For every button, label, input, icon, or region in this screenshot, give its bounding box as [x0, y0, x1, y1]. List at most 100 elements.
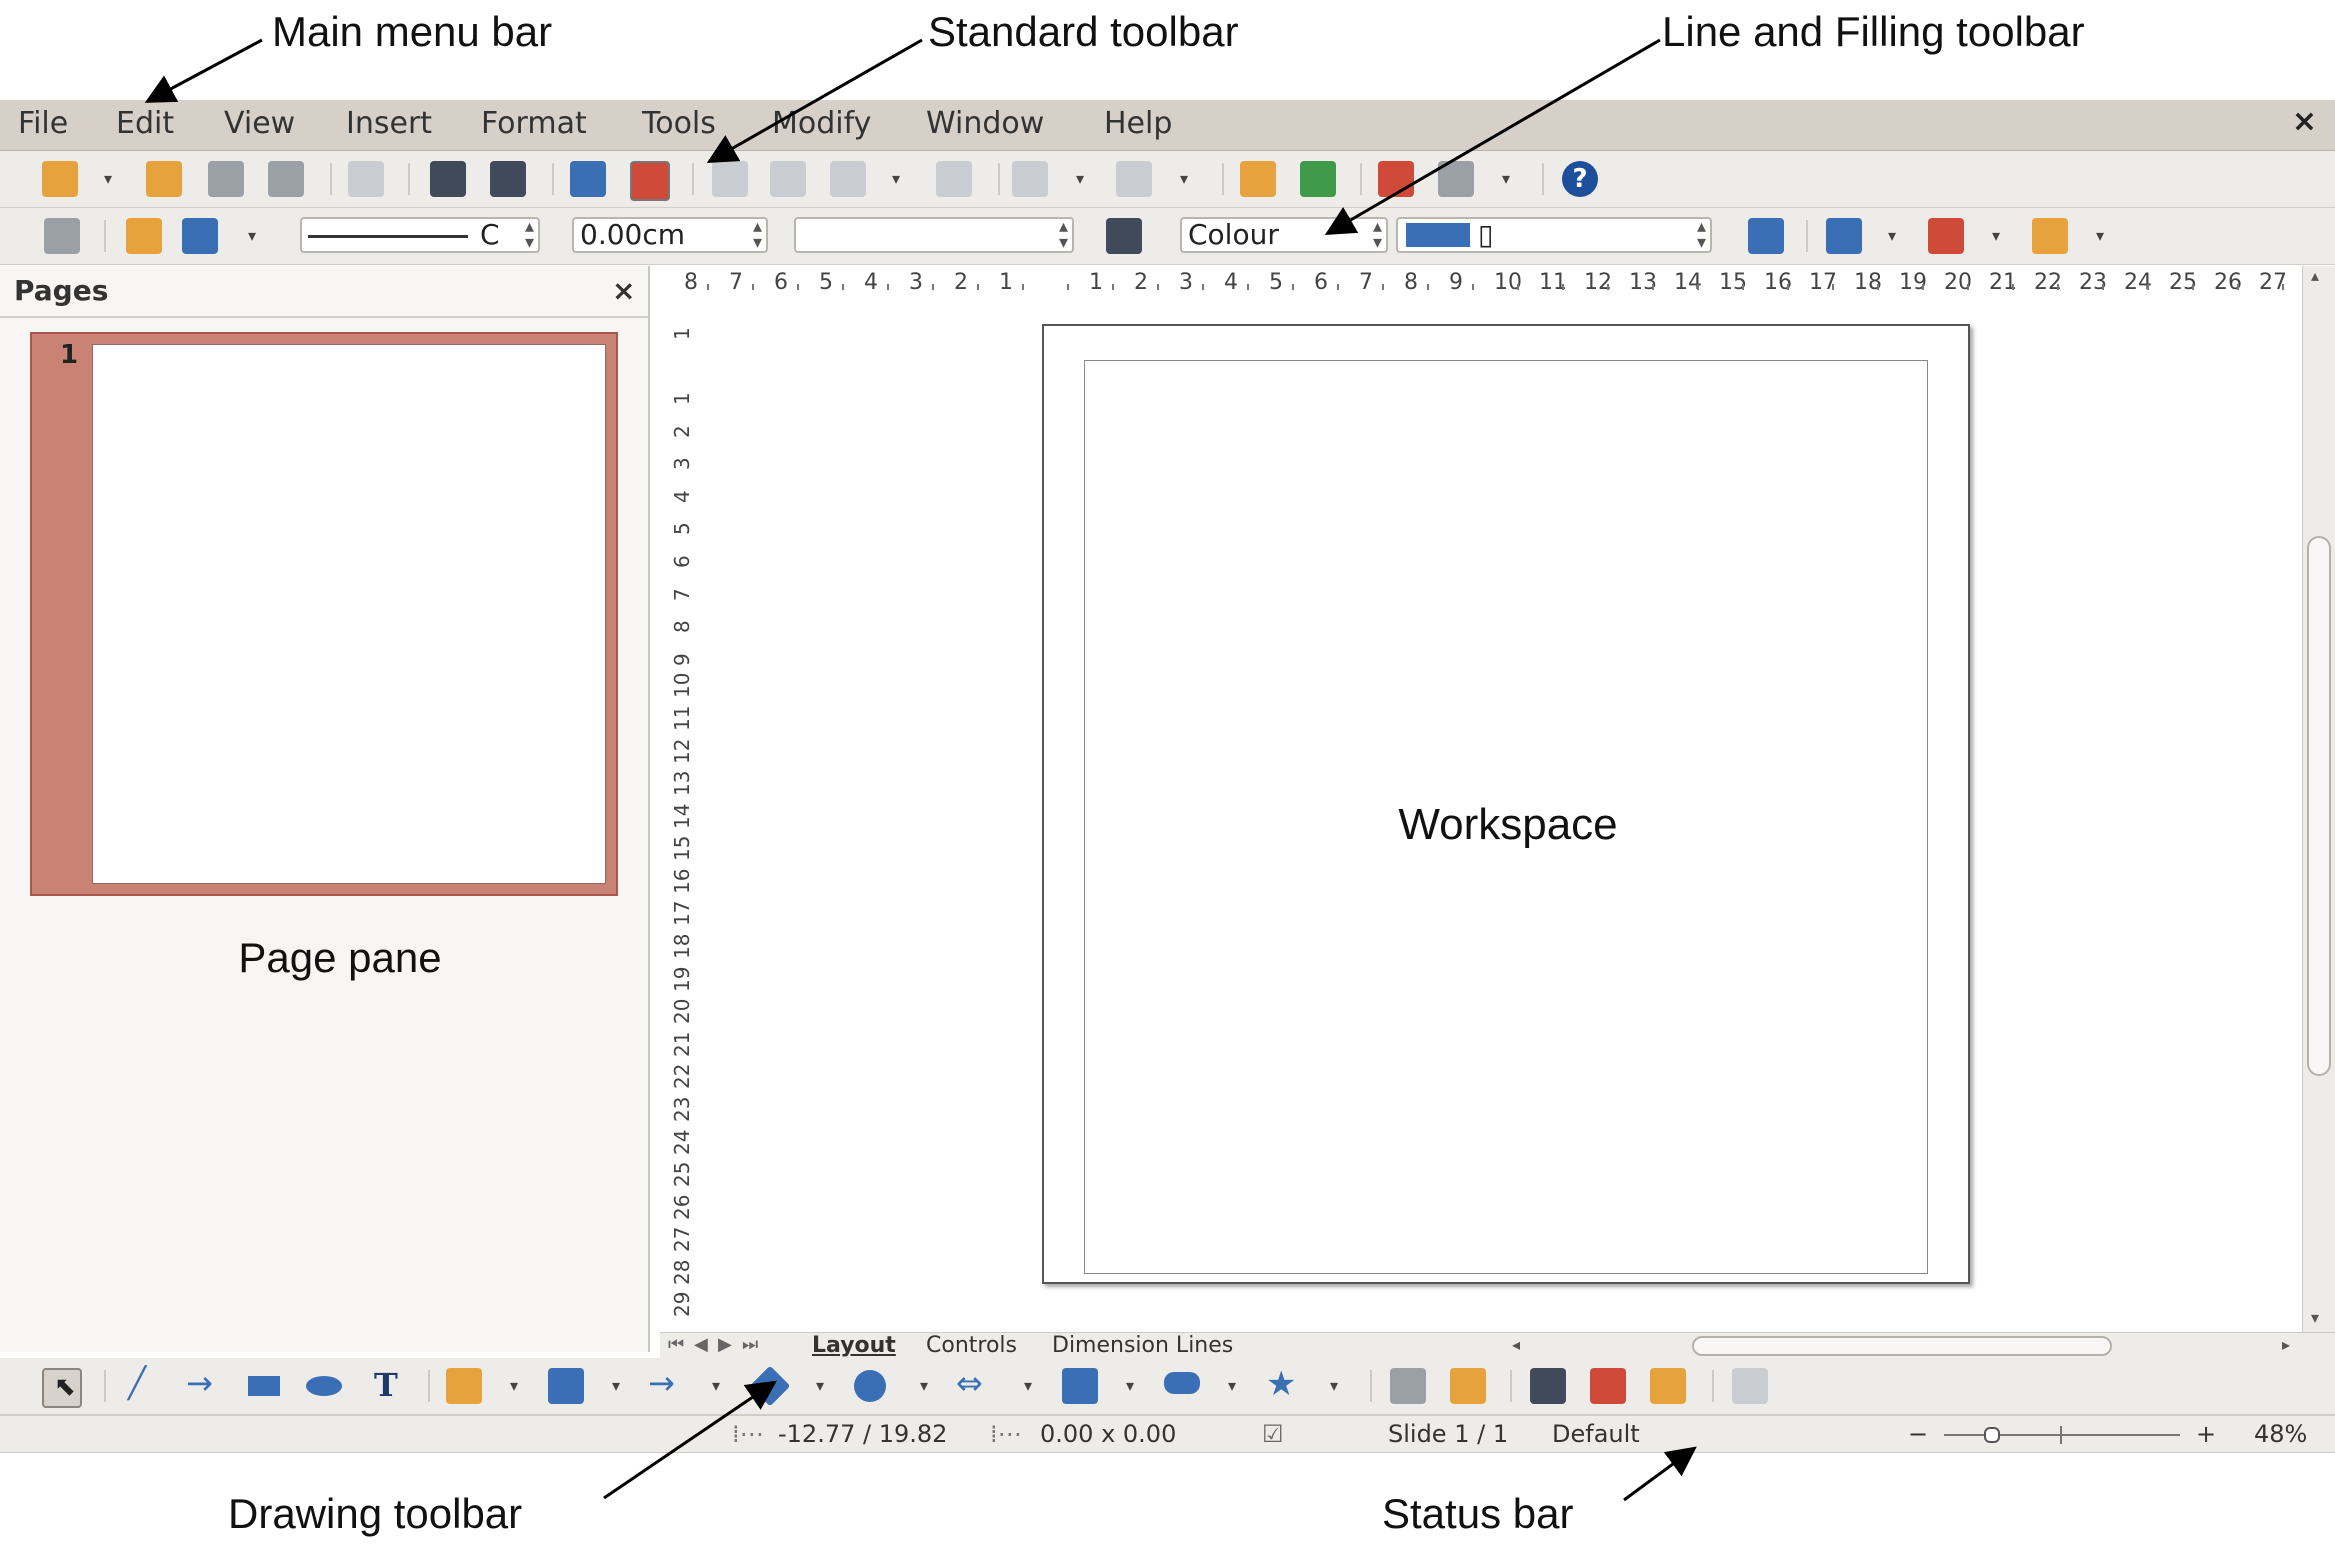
line-style-spin[interactable]: ▴ ▾ — [525, 218, 534, 252]
paste-dropdown-icon[interactable]: ▾ — [892, 169, 900, 188]
pages-pane-close-icon[interactable]: × — [612, 274, 635, 307]
line-icon[interactable] — [126, 218, 162, 254]
symbol-shapes-icon[interactable] — [852, 1368, 888, 1404]
menu-help[interactable]: Help — [1104, 106, 1172, 141]
cut-icon[interactable] — [712, 161, 748, 197]
vertical-scroll-thumb[interactable] — [2307, 536, 2331, 1076]
extrusion-icon[interactable] — [1732, 1368, 1768, 1404]
line-color-spin[interactable]: ▴ ▾ — [1059, 218, 1068, 252]
autospellcheck-icon[interactable] — [630, 161, 670, 201]
export-pdf-icon[interactable] — [430, 161, 466, 197]
flowchart-dropdown-icon[interactable]: ▾ — [1126, 1376, 1134, 1395]
tab-nav-last-icon[interactable]: ⏭ — [742, 1334, 758, 1355]
glue-points-icon[interactable] — [1450, 1368, 1486, 1404]
rotate-dropdown-icon[interactable]: ▾ — [1888, 226, 1896, 245]
line-style-select[interactable]: C ▴ ▾ — [300, 217, 540, 253]
open-icon[interactable] — [146, 161, 182, 197]
redo-icon[interactable] — [1116, 161, 1152, 197]
email-icon[interactable] — [268, 161, 304, 197]
close-document-icon[interactable]: × — [2292, 104, 2317, 139]
save-icon[interactable] — [208, 161, 244, 197]
chart-icon[interactable] — [1240, 161, 1276, 197]
callouts-dropdown-icon[interactable]: ▾ — [1228, 1376, 1236, 1395]
gallery-icon[interactable] — [1650, 1368, 1686, 1404]
tab-nav-next-icon[interactable]: ▶ — [718, 1334, 732, 1355]
scroll-left-icon[interactable]: ◂ — [1512, 1335, 1520, 1354]
zoom-level[interactable]: 48% — [2254, 1420, 2307, 1448]
line-width-input[interactable]: 0.00cm ▴ ▾ — [572, 217, 768, 253]
arrow-style-icon[interactable] — [182, 218, 218, 254]
vertical-ruler[interactable]: 1 1 2 3 4 5 6 7 8 9 10 11 12 13 14 15 16 17 18 19 20 21 22 23 24… — [660, 304, 721, 1334]
horizontal-scrollbar[interactable]: ◂ ▸ — [1512, 1333, 2302, 1359]
new-document-icon[interactable] — [42, 161, 78, 197]
ellipse-tool-icon[interactable] — [306, 1368, 342, 1404]
select-pointer-icon[interactable]: ⬉ — [42, 1368, 82, 1408]
from-file-icon[interactable] — [1590, 1368, 1626, 1404]
basic-shapes-icon[interactable] — [749, 1365, 791, 1407]
lines-arrows-dropdown-icon[interactable]: ▾ — [712, 1376, 720, 1395]
align-dropdown-icon[interactable]: ▾ — [1992, 226, 2000, 245]
block-arrows-icon[interactable]: ⇔ — [956, 1364, 992, 1404]
zoom-slider[interactable] — [1944, 1426, 2180, 1444]
menu-window[interactable]: Window — [926, 106, 1044, 141]
arrange-dropdown-icon[interactable]: ▾ — [2096, 226, 2104, 245]
slide-thumbnail[interactable] — [92, 344, 606, 884]
tab-nav-first-icon[interactable]: ⏮ — [668, 1334, 684, 1355]
menu-view[interactable]: View — [224, 106, 295, 141]
zoom-dropdown-icon[interactable]: ▾ — [1502, 169, 1510, 188]
tab-controls[interactable]: Controls — [926, 1333, 1017, 1358]
symbol-shapes-dropdown-icon[interactable]: ▾ — [920, 1376, 928, 1395]
menu-insert[interactable]: Insert — [346, 106, 432, 141]
clone-formatting-icon[interactable] — [936, 161, 972, 197]
spellcheck-icon[interactable] — [570, 161, 606, 197]
zoom-slider-thumb[interactable] — [1984, 1427, 2000, 1443]
edit-file-icon[interactable] — [348, 161, 384, 197]
image-icon[interactable] — [1300, 161, 1336, 197]
rotate-icon[interactable] — [1826, 218, 1862, 254]
new-dropdown-icon[interactable]: ▾ — [104, 169, 112, 188]
hyperlink-icon[interactable] — [1378, 161, 1414, 197]
scroll-up-icon[interactable]: ▴ — [2311, 266, 2319, 285]
scroll-right-icon[interactable]: ▸ — [2282, 1335, 2290, 1354]
zoom-icon[interactable] — [1438, 161, 1474, 197]
flowchart-icon[interactable] — [1062, 1368, 1098, 1404]
help-icon[interactable]: ? — [1562, 161, 1598, 197]
area-style-spin[interactable]: ▴ ▾ — [1373, 218, 1382, 252]
copy-icon[interactable] — [770, 161, 806, 197]
undo-icon[interactable] — [1012, 161, 1048, 197]
rectangle-tool-icon[interactable] — [246, 1368, 282, 1404]
tab-layout[interactable]: Layout — [812, 1333, 896, 1358]
workspace[interactable]: Workspace — [720, 304, 2300, 1334]
fontwork-icon[interactable] — [1530, 1368, 1566, 1404]
area-fill-bucket-icon[interactable] — [1106, 218, 1142, 254]
stars-dropdown-icon[interactable]: ▾ — [1330, 1376, 1338, 1395]
shadow-icon[interactable] — [1748, 218, 1784, 254]
arrow-line-tool-icon[interactable]: → — [186, 1364, 222, 1404]
area-fill-spin[interactable]: ▴ ▾ — [1697, 218, 1706, 252]
area-style-select[interactable]: Colour ▴ ▾ — [1180, 217, 1388, 253]
tab-nav-prev-icon[interactable]: ◀ — [694, 1334, 708, 1355]
drawing-page[interactable]: Workspace — [1042, 324, 1970, 1284]
tab-dimension-lines[interactable]: Dimension Lines — [1052, 1333, 1233, 1358]
menu-format[interactable]: Format — [481, 106, 587, 141]
line-width-spin[interactable]: ▴ ▾ — [753, 218, 762, 252]
horizontal-scroll-thumb[interactable] — [1692, 1336, 2112, 1356]
vertical-scrollbar[interactable]: ▴ ▾ — [2302, 266, 2335, 1334]
zoom-in-icon[interactable]: + — [2196, 1420, 2216, 1448]
curve-tool-icon[interactable] — [446, 1368, 482, 1404]
arrange-icon[interactable] — [2032, 218, 2068, 254]
curve-dropdown-icon[interactable]: ▾ — [510, 1376, 518, 1395]
line-tool-icon[interactable]: ╱ — [126, 1366, 162, 1404]
arrow-style-dropdown-icon[interactable]: ▾ — [248, 226, 256, 245]
zoom-out-icon[interactable]: − — [1908, 1420, 1928, 1448]
line-color-select[interactable]: ▴ ▾ — [794, 217, 1074, 253]
align-icon[interactable] — [1928, 218, 1964, 254]
document-modified-icon[interactable]: ☑ — [1262, 1420, 1284, 1448]
connector-dropdown-icon[interactable]: ▾ — [612, 1376, 620, 1395]
basic-shapes-dropdown-icon[interactable]: ▾ — [816, 1376, 824, 1395]
menu-file[interactable]: File — [18, 106, 68, 141]
lines-arrows-tool-icon[interactable]: → — [648, 1364, 684, 1404]
slide-thumbnail-selected[interactable]: 1 — [30, 332, 618, 896]
area-fill-select[interactable]: ▯ ▴ ▾ — [1396, 217, 1712, 253]
connector-tool-icon[interactable] — [548, 1368, 584, 1404]
